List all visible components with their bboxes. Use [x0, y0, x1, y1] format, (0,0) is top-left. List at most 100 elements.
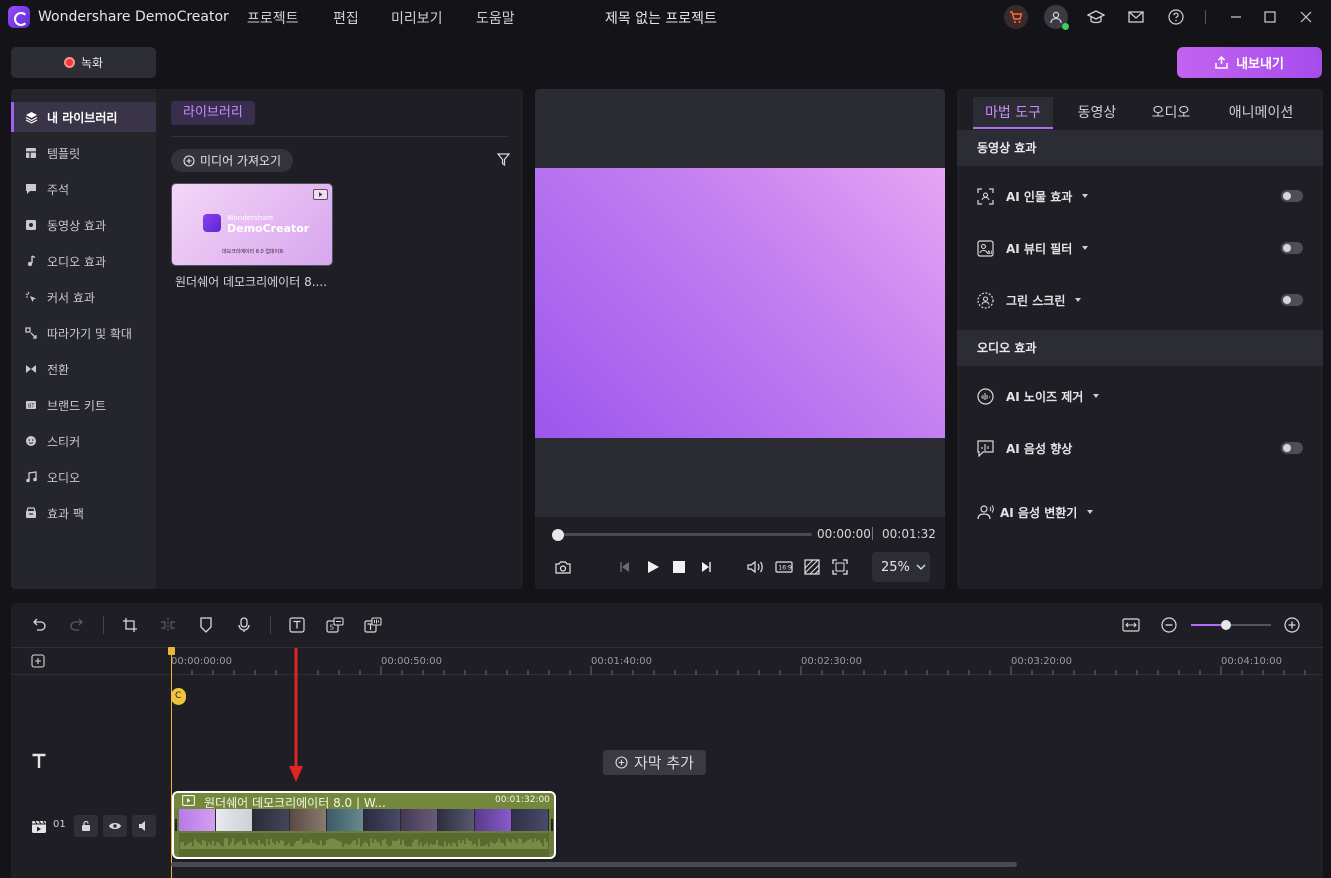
playhead-handle[interactable] [168, 647, 175, 655]
sidebar-item-cursor-effect[interactable]: 커서 효과 [11, 282, 156, 312]
play-icon[interactable] [643, 557, 663, 577]
caret-down-icon[interactable] [1082, 246, 1089, 250]
microphone-icon[interactable] [234, 615, 254, 635]
toggle-ai-portrait[interactable] [1281, 190, 1303, 202]
previous-frame-icon[interactable] [615, 557, 635, 577]
mail-icon[interactable] [1124, 5, 1148, 29]
track-mute-speaker-icon[interactable] [132, 815, 156, 837]
aspect-ratio-icon[interactable]: 16:9 [774, 557, 794, 577]
stop-icon[interactable] [669, 557, 689, 577]
tab-library[interactable]: 라이브러리 [171, 101, 255, 125]
current-time: 00:00:00 [817, 527, 871, 541]
sidebar-item-template[interactable]: 템플릿 [11, 138, 156, 168]
volume-icon[interactable] [746, 557, 766, 577]
text-caption-icon[interactable] [287, 615, 307, 635]
media-name: 원더쉐어 데모크리에이터 8.... [175, 275, 327, 289]
timeline-ruler[interactable]: 00:00:00:00 00:00:50:00 00:01:40:00 00:0… [11, 647, 1323, 675]
snapshot-camera-icon[interactable] [553, 557, 573, 577]
sidebar-item-annotation[interactable]: 주석 [11, 174, 156, 204]
academy-cap-icon[interactable] [1084, 5, 1108, 29]
zoom-out-icon[interactable] [1159, 615, 1179, 635]
tab-magic-tools[interactable]: 마법 도구 [973, 97, 1053, 129]
clip-trim-handle-right[interactable] [551, 819, 553, 831]
sidebar-item-audio[interactable]: 오디오 [11, 462, 156, 492]
import-media-button[interactable]: 미디어 가져오기 [171, 149, 294, 172]
zoom-value: 25% [881, 559, 910, 575]
fx-ai-voice-enhance[interactable]: AI 음성 향상 [977, 436, 1303, 460]
clip-thumbnails [179, 809, 549, 831]
filter-icon[interactable] [497, 153, 510, 166]
lock-track-icon[interactable] [74, 815, 98, 837]
effects-panel: 마법 도구 동영상 오디오 애니메이션 동영상 효과 AI 인물 효과 AI A… [957, 89, 1323, 589]
export-button[interactable]: 내보내기 [1177, 47, 1322, 78]
sidebar-item-video-effect[interactable]: 동영상 효과 [11, 210, 156, 240]
toggle-ai-voice-enhance[interactable] [1281, 442, 1303, 454]
menu-edit[interactable]: 편집 [333, 8, 359, 28]
video-clip[interactable]: 원더쉐어 데모크리에이터 8.0 | W... 00:01:32:00 [172, 791, 556, 859]
toggle-ai-beauty[interactable] [1281, 242, 1303, 254]
maximize-icon[interactable] [1258, 5, 1282, 29]
next-frame-icon[interactable] [696, 557, 716, 577]
redo-icon[interactable] [67, 615, 87, 635]
sidebar-item-transition[interactable]: 전환 [11, 354, 156, 384]
tab-animation[interactable]: 애니메이션 [1215, 97, 1307, 129]
preview-zoom-select[interactable]: 25% [872, 552, 930, 582]
zoom-in-icon[interactable] [1282, 615, 1302, 635]
caret-down-icon[interactable] [1082, 194, 1089, 198]
text-to-speech-icon[interactable] [363, 615, 383, 635]
fx-ai-beauty[interactable]: AI AI 뷰티 필터 [977, 236, 1303, 260]
import-media-label: 미디어 가져오기 [200, 154, 282, 168]
green-screen-icon [977, 291, 994, 309]
sidebar-item-audio-effect[interactable]: 오디오 효과 [11, 246, 156, 276]
tab-video[interactable]: 동영상 [1057, 97, 1137, 129]
fx-green-screen[interactable]: 그린 스크린 [977, 288, 1303, 312]
caret-down-icon[interactable] [1087, 510, 1094, 514]
record-button[interactable]: 녹화 [11, 47, 156, 78]
fx-ai-denoise[interactable]: AI 노이즈 제거 [977, 384, 1303, 408]
split-icon[interactable] [158, 615, 178, 635]
timeline-zoom-knob[interactable] [1221, 620, 1231, 630]
marker-icon[interactable] [196, 615, 216, 635]
speech-to-text-icon[interactable]: S [325, 615, 345, 635]
sidebar-item-sticker[interactable]: 스티커 [11, 426, 156, 456]
add-track-icon[interactable] [31, 654, 45, 668]
minimize-icon[interactable] [1224, 5, 1248, 29]
eye-visibility-icon[interactable] [103, 815, 127, 837]
caret-down-icon[interactable] [1075, 298, 1082, 302]
safe-area-icon[interactable] [802, 557, 822, 577]
sidebar-item-effect-pack[interactable]: 효과 팩 [11, 498, 156, 528]
crop-icon[interactable] [120, 615, 140, 635]
preview-progress-bar[interactable] [555, 533, 812, 536]
add-subtitle-button[interactable]: 자막 추가 [603, 750, 706, 775]
tab-audio[interactable]: 오디오 [1131, 97, 1211, 129]
clip-frame [216, 809, 253, 831]
sidebar-item-zoom-follow[interactable]: 따라가기 및 확대 [11, 318, 156, 348]
caret-down-icon[interactable] [1093, 394, 1100, 398]
menu-help[interactable]: 도움말 [476, 8, 515, 28]
toggle-green-screen[interactable] [1281, 294, 1303, 306]
playhead-marker[interactable]: C [171, 688, 186, 705]
help-icon[interactable] [1164, 5, 1188, 29]
user-avatar-icon[interactable] [1044, 5, 1069, 30]
preview-canvas[interactable] [535, 168, 945, 438]
media-thumbnail[interactable]: Wondershare DemoCreator 데모크리에이터 8.0 업데이트 [171, 183, 333, 266]
plus-circle-icon [615, 756, 628, 769]
timeline-horizontal-scrollbar[interactable] [171, 862, 1017, 867]
clip-frame [512, 809, 549, 831]
undo-icon[interactable] [29, 615, 49, 635]
fit-timeline-icon[interactable] [1121, 615, 1141, 635]
menu-project[interactable]: 프로젝트 [247, 8, 299, 28]
preview-panel: 00:00:00 00:01:32 16:9 25% [535, 89, 945, 589]
sidebar-item-brand-kit[interactable]: BT 브랜드 키트 [11, 390, 156, 420]
fx-ai-portrait[interactable]: AI 인물 효과 [977, 184, 1303, 208]
cart-icon[interactable] [1004, 5, 1028, 29]
text-track-icon[interactable] [31, 753, 47, 769]
fullscreen-icon[interactable] [830, 557, 850, 577]
clip-trim-handle-left[interactable] [175, 819, 177, 831]
preview-progress-knob[interactable] [552, 529, 564, 541]
sidebar-item-label: 커서 효과 [47, 290, 95, 305]
close-icon[interactable] [1294, 5, 1318, 29]
sidebar-item-my-library[interactable]: 내 라이브러리 [11, 102, 156, 132]
fx-ai-voice-changer[interactable]: AI 음성 변환기 [977, 500, 1303, 524]
menu-preview[interactable]: 미리보기 [391, 8, 443, 28]
